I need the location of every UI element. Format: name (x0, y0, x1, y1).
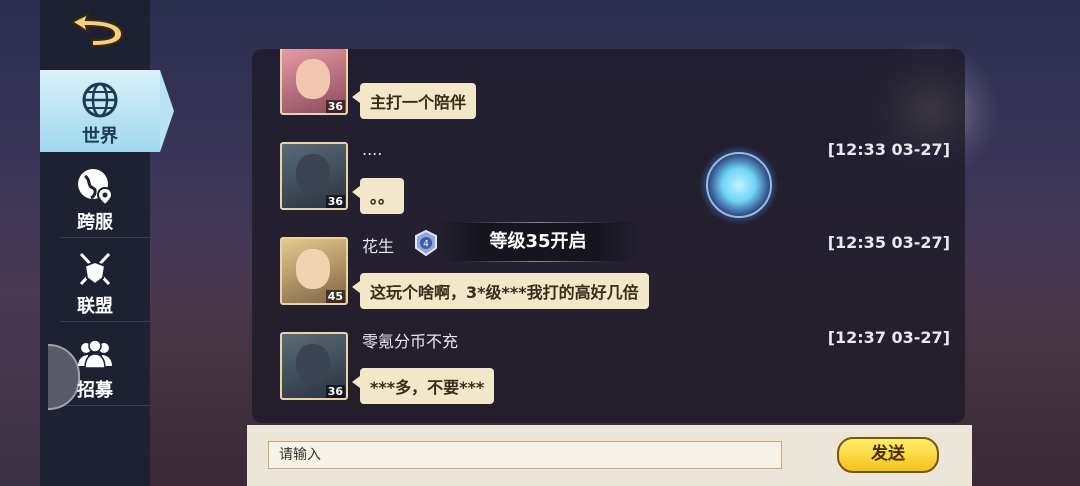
chat-bubble: 主打一个陪伴 (351, 83, 477, 119)
tab-cross-server-label: 跨服 (77, 212, 113, 233)
avatar-face (296, 344, 330, 384)
nav-divider (60, 405, 150, 406)
people-group-icon (78, 339, 112, 369)
back-arrow-icon (69, 12, 124, 48)
avatar[interactable]: 36 (280, 332, 348, 400)
globe-icon (82, 82, 118, 118)
back-button[interactable] (62, 12, 134, 52)
sender-name: .... (362, 140, 383, 159)
avatar-level: 45 (325, 290, 345, 303)
chat-bubble: 。。 (351, 178, 405, 214)
rank-badge-icon: 4 (415, 229, 437, 257)
avatar-face (296, 249, 330, 289)
chat-message: 36 零氪分币不充 [12:37 03-27] ***多，不要*** (280, 328, 950, 404)
chat-bubble: 这玩个啥啊，3*级***我打的高好几倍 (352, 273, 649, 309)
chat-input[interactable] (268, 441, 782, 469)
avatar[interactable]: 36 (280, 142, 348, 210)
send-button[interactable]: 发送 (837, 437, 939, 473)
message-time: [12:33 03-27] (827, 140, 950, 159)
sender-name: 零氪分币不充 (362, 332, 459, 351)
glowing-orb-effect (700, 146, 778, 224)
message-time: [12:37 03-27] (827, 328, 950, 347)
crossed-swords-shield-icon (79, 252, 111, 286)
message-time: [12:35 03-27] (827, 233, 950, 252)
level-requirement-notice: 等级35开启 (438, 222, 638, 262)
rank-badge-number: 4 (423, 240, 429, 250)
chat-message: 36 .... [12:33 03-27] 。。 (280, 140, 950, 214)
tab-world-label: 世界 (82, 126, 118, 147)
globe-pin-icon (78, 169, 114, 206)
sender-name: 花生 (362, 237, 395, 256)
avatar-face (296, 154, 330, 194)
avatar-level: 36 (325, 385, 345, 398)
nav-divider (60, 237, 150, 238)
chat-message: 36 主打一个陪伴 (280, 49, 950, 119)
tab-alliance-label: 联盟 (77, 296, 113, 317)
avatar[interactable]: 45 (280, 237, 348, 305)
tab-world[interactable]: 世界 (40, 70, 174, 152)
tab-alliance[interactable]: 联盟 (40, 240, 150, 322)
nav-divider (60, 321, 150, 322)
avatar[interactable]: 36 (280, 49, 348, 115)
avatar-face (296, 59, 330, 99)
avatar-level: 36 (325, 100, 345, 113)
chat-input-bar: 发送 (247, 425, 972, 486)
chat-bubble: ***多，不要*** (351, 368, 495, 404)
avatar-level: 36 (325, 195, 345, 208)
tab-cross-server[interactable]: 跨服 (40, 156, 150, 238)
